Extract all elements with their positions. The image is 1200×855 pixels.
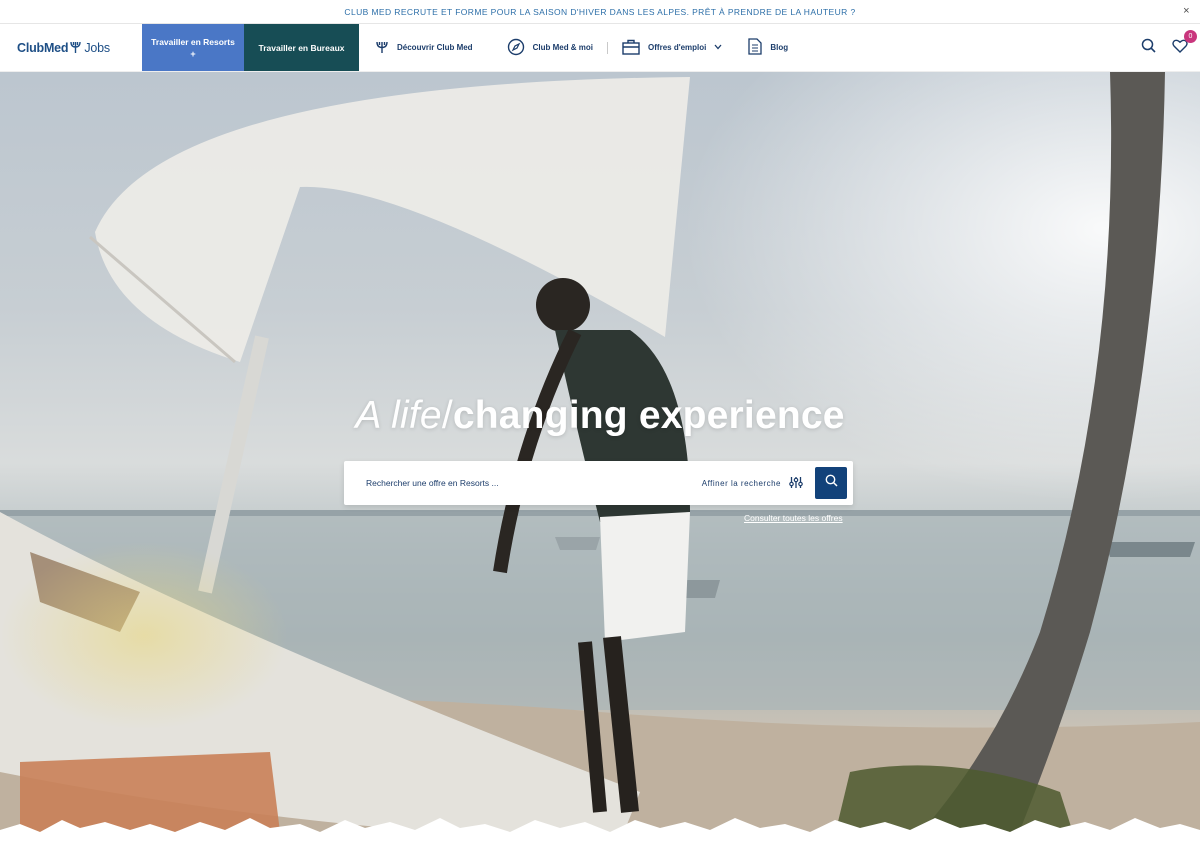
nav-divider — [607, 41, 609, 54]
favorites-button[interactable]: 0 — [1172, 29, 1197, 58]
nav-item-offres-emploi[interactable]: Offres d'emploi — [622, 39, 722, 57]
job-search-box: Affiner la recherche — [344, 461, 853, 505]
nav-item-club-med-moi[interactable]: Club Med & moi — [507, 38, 593, 58]
headline-part-1: A life — [355, 394, 442, 437]
headline-part-2: changing experience — [452, 394, 845, 437]
briefcase-icon — [622, 39, 640, 57]
tab-resorts-label: Travailler en Resorts — [151, 36, 235, 47]
site-header: ClubMed Jobs Travailler en Resorts + Tra… — [0, 24, 1200, 72]
nav-item-decouvrir[interactable]: Découvrir Club Med — [375, 40, 473, 56]
all-offers-link[interactable]: Consulter toutes les offres — [744, 513, 843, 523]
search-submit-button[interactable] — [815, 467, 847, 499]
main-nav: Découvrir Club Med Club Med & moi Offres… — [375, 24, 788, 71]
search-icon — [825, 474, 838, 492]
trident-logo-icon — [70, 41, 82, 54]
announcement-bar: CLUB MED RECRUTE ET FORME POUR LA SAISON… — [0, 0, 1200, 24]
tab-resorts-plus: + — [190, 48, 196, 59]
nav-item-blog[interactable]: Blog — [748, 38, 788, 57]
refine-search-button[interactable]: Affiner la recherche — [702, 476, 803, 491]
tab-travailler-en-resorts[interactable]: Travailler en Resorts + — [142, 24, 244, 71]
headline-slash: / — [441, 394, 453, 437]
document-icon — [748, 38, 763, 57]
sliders-icon — [789, 476, 803, 491]
nav-label-blog: Blog — [770, 43, 789, 52]
announcement-text: CLUB MED RECRUTE ET FORME POUR LA SAISON… — [344, 6, 856, 17]
nav-label-offres-emploi: Offres d'emploi — [648, 43, 707, 52]
job-search-input[interactable] — [344, 461, 702, 505]
logo-text-clubmed: ClubMed — [17, 40, 69, 55]
site-logo[interactable]: ClubMed Jobs — [0, 24, 142, 71]
nav-label-club-med-moi: Club Med & moi — [532, 43, 594, 52]
search-icon[interactable] — [1141, 38, 1156, 58]
hero-section: A life/changing experience Affiner la re… — [0, 72, 1200, 855]
chevron-down-icon — [714, 43, 722, 52]
close-icon[interactable]: × — [1183, 5, 1190, 17]
hero-headline: A life/changing experience — [0, 394, 1200, 438]
compass-icon — [507, 38, 525, 58]
header-actions: 0 — [1141, 24, 1197, 72]
tab-travailler-en-bureaux[interactable]: Travailler en Bureaux — [244, 24, 359, 71]
tab-bureaux-label: Travailler en Bureaux — [258, 42, 345, 53]
heart-icon — [1172, 39, 1188, 57]
favorites-count-badge: 0 — [1184, 29, 1197, 43]
logo-text-jobs: Jobs — [84, 40, 110, 55]
nav-label-decouvrir: Découvrir Club Med — [397, 43, 473, 52]
refine-label: Affiner la recherche — [701, 478, 781, 488]
trident-icon — [375, 40, 389, 56]
